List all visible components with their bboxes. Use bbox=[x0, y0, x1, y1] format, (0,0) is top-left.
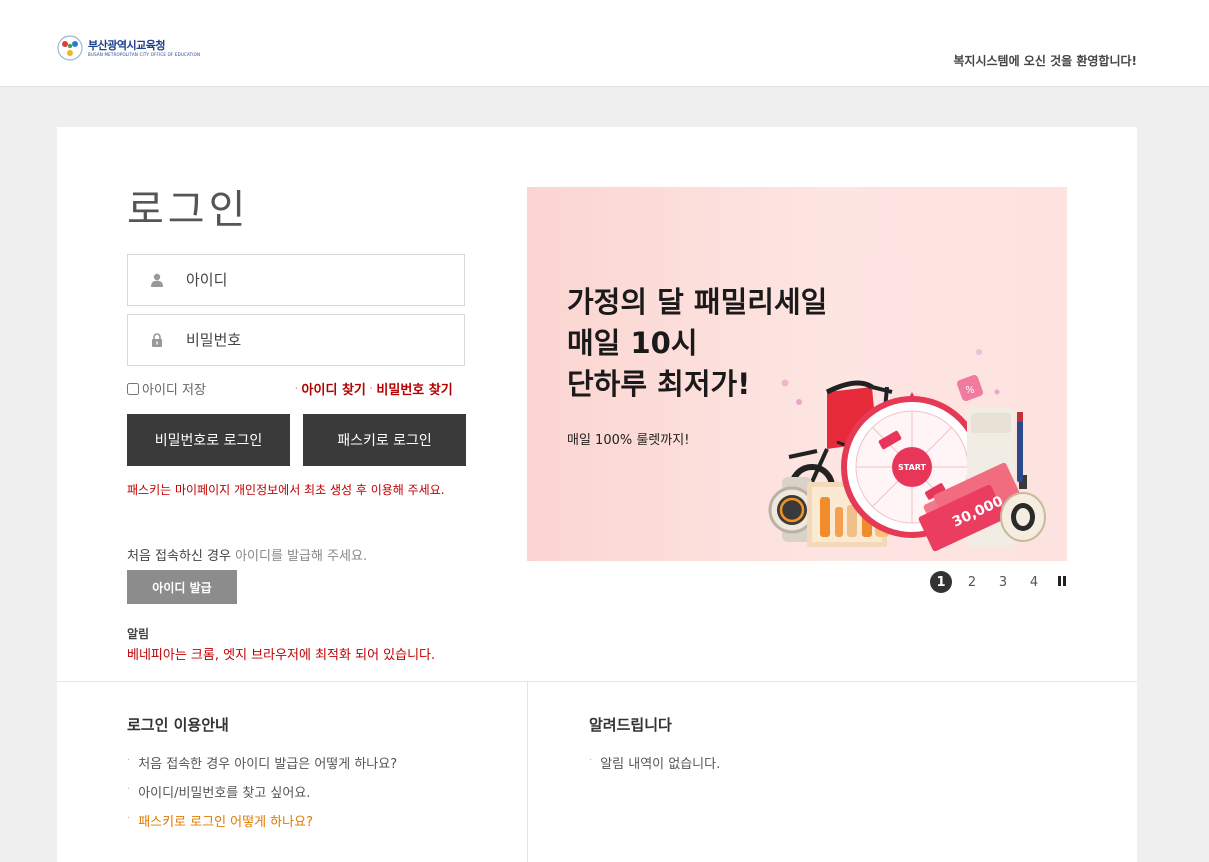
logo-korean: 부산광역시교육청 bbox=[88, 38, 165, 52]
login-guide-list: · 처음 접속한 경우 아이디 발급은 어떻게 하나요? · 아이디/비밀번호를 찾… bbox=[127, 753, 397, 840]
bullet-dot-icon: · bbox=[127, 784, 131, 795]
column-divider bbox=[527, 682, 528, 862]
bullet-dot-icon: · bbox=[369, 384, 373, 393]
save-id-label: 아이디 저장 bbox=[142, 383, 206, 398]
banner-pager: 1 2 3 4 bbox=[930, 571, 1068, 593]
login-guide-title: 로그인 이용안내 bbox=[127, 716, 229, 734]
find-id-link[interactable]: 아이디 찾기 bbox=[302, 379, 366, 398]
notice-text: 베네피아는 크롬, 엣지 브라우저에 최적화 되어 있습니다. bbox=[127, 648, 436, 663]
passkey-login-button[interactable]: 패스키로 로그인 bbox=[303, 414, 466, 466]
first-visit-hint: 아이디를 발급해 주세요. bbox=[235, 549, 368, 564]
eyeliner-icon bbox=[1017, 412, 1023, 482]
top-header: 부산광역시교육청 BUSAN METROPOLITAN CITY OFFICE … bbox=[0, 0, 1209, 87]
lock-icon bbox=[128, 333, 186, 347]
password-input[interactable] bbox=[186, 331, 436, 349]
notification-empty: · 알림 내역이 없습니다. bbox=[589, 753, 720, 772]
bullet-dot-icon: · bbox=[589, 755, 593, 766]
notification-empty-text: 알림 내역이 없습니다. bbox=[600, 757, 721, 772]
save-id-checkbox[interactable] bbox=[127, 382, 139, 395]
banner-products-illustration: START 30,000 % bbox=[768, 349, 1046, 552]
id-input[interactable] bbox=[186, 271, 436, 289]
guide-link-passkey[interactable]: 패스키로 로그인 어떻게 하나요? bbox=[138, 811, 313, 830]
logo-emblem-icon bbox=[57, 35, 83, 61]
guide-link-find-account[interactable]: 아이디/비밀번호를 찾고 싶어요. bbox=[138, 782, 310, 801]
first-visit-label: 처음 접속하신 경우 bbox=[127, 549, 231, 564]
pager-page-1[interactable]: 1 bbox=[930, 571, 952, 593]
section-divider bbox=[57, 681, 1137, 682]
svg-text:%: % bbox=[965, 385, 975, 396]
pager-page-3[interactable]: 3 bbox=[992, 571, 1014, 593]
welcome-message: 복지시스템에 오신 것을 환영합니다! bbox=[953, 54, 1137, 68]
percent-tag-icon: % bbox=[957, 375, 983, 401]
promo-banner[interactable]: 가정의 달 패밀리세일 매일 10시 단하루 최저가! 매일 100% 룰렛까지… bbox=[527, 187, 1067, 561]
pager-page-4[interactable]: 4 bbox=[1023, 571, 1045, 593]
page-title: 로그인 bbox=[127, 187, 250, 233]
save-id-option[interactable]: 아이디 저장 bbox=[127, 379, 206, 398]
wheel-start-text: START bbox=[898, 463, 927, 472]
password-login-button[interactable]: 비밀번호로 로그인 bbox=[127, 414, 290, 466]
issue-id-button[interactable]: 아이디 발급 bbox=[127, 570, 237, 604]
guide-item[interactable]: · 패스키로 로그인 어떻게 하나요? bbox=[127, 811, 397, 840]
find-password-link[interactable]: 비밀번호 찾기 bbox=[376, 379, 452, 398]
guide-item[interactable]: · 아이디/비밀번호를 찾고 싶어요. bbox=[127, 782, 397, 811]
bullet-dot-icon: · bbox=[295, 384, 298, 393]
passkey-note: 패스키는 마이페이지 개인정보에서 최초 생성 후 이용해 주세요. bbox=[127, 483, 445, 497]
pager-page-2[interactable]: 2 bbox=[961, 571, 983, 593]
notice-label: 알림 bbox=[127, 627, 150, 641]
guide-link-issue-id[interactable]: 처음 접속한 경우 아이디 발급은 어떻게 하나요? bbox=[138, 753, 397, 772]
find-account-links: · 아이디 찾기 · 비밀번호 찾기 bbox=[295, 379, 453, 398]
logo-english: BUSAN METROPOLITAN CITY OFFICE OF EDUCAT… bbox=[88, 51, 201, 57]
user-icon bbox=[128, 273, 186, 287]
logo-text: 부산광역시교육청 BUSAN METROPOLITAN CITY OFFICE … bbox=[88, 40, 200, 57]
bullet-dot-icon: · bbox=[127, 813, 131, 824]
pause-icon[interactable] bbox=[1058, 576, 1068, 588]
guide-item[interactable]: · 처음 접속한 경우 아이디 발급은 어떻게 하나요? bbox=[127, 753, 397, 782]
login-card: 로그인 아이디 저장 · 아이디 찾기 · 비밀번호 찾기 비밀번호로 로그인 bbox=[57, 127, 1137, 862]
bullet-dot-icon: · bbox=[127, 755, 131, 766]
busan-education-logo[interactable]: 부산광역시교육청 BUSAN METROPOLITAN CITY OFFICE … bbox=[56, 34, 200, 62]
password-field[interactable] bbox=[127, 314, 465, 366]
first-visit-text: 처음 접속하신 경우 아이디를 발급해 주세요. bbox=[127, 545, 367, 564]
id-field[interactable] bbox=[127, 254, 465, 306]
notification-title: 알려드립니다 bbox=[589, 716, 672, 734]
